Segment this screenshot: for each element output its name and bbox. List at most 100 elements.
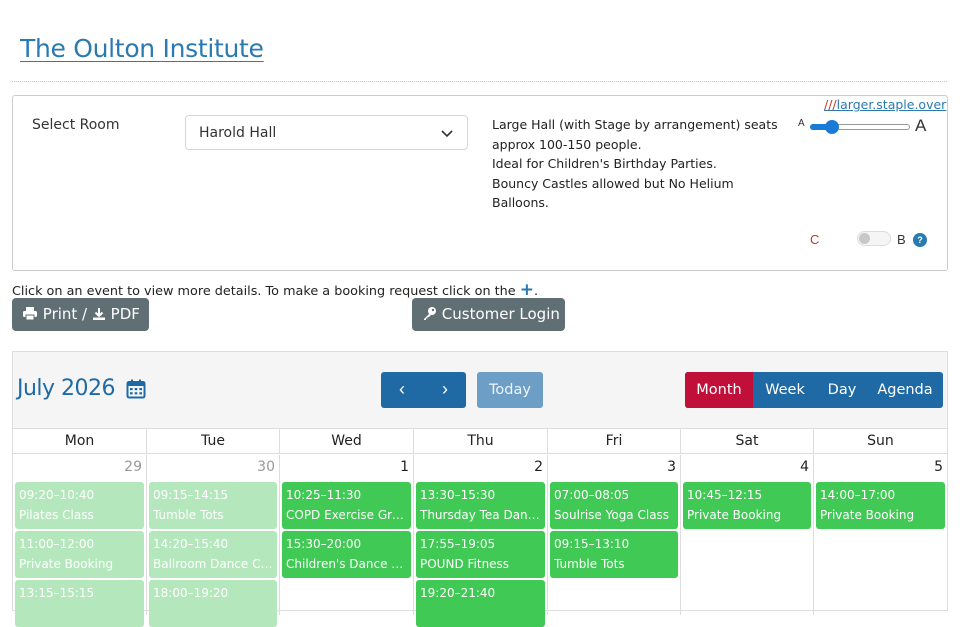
room-description-line: Large Hall (with Stage by arrangement) s…	[492, 117, 778, 132]
instructions-end: .	[533, 284, 539, 299]
event-title: Thursday Tea Dance	[420, 508, 541, 522]
calendar-month-title: July 2026	[17, 376, 116, 401]
what3words-link[interactable]: ///larger.staple.over	[824, 97, 946, 112]
room-description-line: Ideal for Children's Birthday Parties.	[492, 156, 717, 171]
prev-month-button[interactable]: ‹	[381, 372, 423, 408]
event-title: Ballroom Dance Cla…	[153, 557, 273, 571]
event-title: Pilates Class	[19, 508, 94, 522]
event-time: 09:20–10:40	[19, 488, 95, 502]
font-size-large-label: A	[915, 116, 927, 135]
day-number: 1	[400, 459, 409, 475]
day-cell[interactable]: 29 09:20–10:40 Pilates Class 11:00–12:00 Pri…	[13, 455, 147, 627]
event-title: COPD Exercise Group	[286, 508, 407, 522]
pdf-label: PDF	[110, 305, 140, 323]
calendar-event[interactable]: 09:15–13:10 Tumble Tots	[550, 531, 678, 578]
day-number: 4	[800, 459, 809, 475]
help-icon[interactable]: ?	[913, 233, 927, 247]
weekday-header: Fri	[548, 429, 681, 454]
day-cell[interactable]: 2 13:30–15:30 Thursday Tea Dance 17:55–19:0…	[414, 455, 548, 627]
plus-icon: +	[519, 280, 534, 300]
event-title: Children's Dance Cl…	[286, 557, 407, 571]
calendar-event[interactable]: 11:00–12:00 Private Booking	[15, 531, 144, 578]
event-time: 17:55–19:05	[420, 537, 496, 551]
next-month-button[interactable]: ›	[424, 372, 466, 408]
day-number: 3	[667, 459, 676, 475]
select-room-label: Select Room	[32, 117, 120, 133]
instructions-text: Click on an event to view more details. …	[12, 284, 516, 299]
calendar-event[interactable]: 10:45–12:15 Private Booking	[683, 482, 811, 529]
event-time: 13:30–15:30	[420, 488, 496, 502]
event-time: 13:15–15:15	[19, 586, 95, 600]
event-title: Tumble Tots	[554, 557, 625, 571]
event-time: 19:20–21:40	[420, 586, 496, 600]
weekday-header-row: Mon Tue Wed Thu Fri Sat Sun	[13, 429, 947, 454]
site-title-link[interactable]: The Oulton Institute	[20, 34, 264, 63]
font-size-slider[interactable]	[810, 120, 912, 134]
weekday-header: Mon	[13, 429, 147, 454]
slider-thumb[interactable]	[825, 120, 839, 134]
day-cell[interactable]: 30 09:15–14:15 Tumble Tots 14:20–15:40 Ballr…	[147, 455, 280, 627]
calendar-event[interactable]: 07:00–08:05 Soulrise Yoga Class	[550, 482, 678, 529]
calendar-event[interactable]: 19:20–21:40	[416, 580, 545, 627]
calendar-event[interactable]: 10:25–11:30 COPD Exercise Group	[282, 482, 411, 529]
calendar-event[interactable]: 14:20–15:40 Ballroom Dance Cla…	[149, 531, 277, 578]
key-icon	[424, 307, 436, 320]
today-button[interactable]: Today	[477, 372, 543, 408]
day-number: 2	[534, 459, 543, 475]
view-day-button[interactable]: Day	[817, 372, 867, 408]
print-label: Print /	[42, 305, 88, 323]
day-number: 5	[934, 459, 943, 475]
event-time: 10:25–11:30	[286, 488, 362, 502]
event-title: POUND Fitness	[420, 557, 510, 571]
room-description-line: Bouncy Castles allowed but No Helium	[492, 175, 734, 191]
booking-instructions: Click on an event to view more details. …	[12, 280, 538, 300]
calendar-event[interactable]: 13:30–15:30 Thursday Tea Dance	[416, 482, 545, 529]
toggle-knob	[859, 233, 870, 244]
room-description-line: approx 100-150 people.	[492, 136, 642, 152]
day-number: 29	[124, 459, 142, 475]
chevron-down-icon	[441, 130, 453, 138]
calendar-event[interactable]: 14:00–17:00 Private Booking	[816, 482, 945, 529]
event-time: 11:00–12:00	[19, 537, 95, 551]
event-time: 09:15–14:15	[153, 488, 229, 502]
room-select[interactable]: Harold Hall	[185, 115, 468, 150]
weekday-header: Sat	[681, 429, 814, 454]
customer-login-button[interactable]: Customer Login	[412, 298, 565, 331]
view-month-button[interactable]: Month	[685, 372, 753, 408]
calendar-event[interactable]: 13:15–15:15	[15, 580, 144, 627]
what3words-address: larger.staple.over	[836, 97, 947, 112]
calendar-toolbar: July 2026 ‹ › Today Month Week Day Agend…	[13, 352, 947, 429]
calendar-icon[interactable]	[126, 379, 146, 399]
printer-icon	[23, 307, 37, 321]
event-title: Soulrise Yoga Class	[554, 508, 670, 522]
event-title: Private Booking	[687, 508, 782, 522]
weekday-header: Tue	[147, 429, 280, 454]
print-pdf-button[interactable]: Print / PDF	[12, 298, 149, 331]
room-panel	[12, 95, 948, 271]
event-time: 18:00–19:20	[153, 586, 229, 600]
room-select-value: Harold Hall	[199, 125, 277, 141]
title-divider	[12, 81, 947, 82]
weekday-header: Sun	[867, 433, 894, 449]
day-cell[interactable]: 5 14:00–17:00 Private Booking	[814, 455, 947, 615]
calendar-event[interactable]: 09:20–10:40 Pilates Class	[15, 482, 144, 529]
day-cell[interactable]: 1 10:25–11:30 COPD Exercise Group 15:30–20:…	[280, 455, 414, 615]
calendar-event[interactable]: 17:55–19:05 POUND Fitness	[416, 531, 545, 578]
event-time: 07:00–08:05	[554, 488, 630, 502]
event-title: Tumble Tots	[153, 508, 224, 522]
day-cell[interactable]: 3 07:00–08:05 Soulrise Yoga Class 09:15–13:…	[548, 455, 681, 615]
view-week-button[interactable]: Week	[753, 372, 817, 408]
calendar-event[interactable]: 18:00–19:20	[149, 580, 277, 627]
event-title: Private Booking	[820, 508, 915, 522]
weekday-header: Wed	[280, 429, 414, 454]
calendar-nav: ‹ ›	[381, 372, 466, 408]
event-time: 15:30–20:00	[286, 537, 362, 551]
calendar-event[interactable]: 15:30–20:00 Children's Dance Cl…	[282, 531, 411, 578]
view-agenda-button[interactable]: Agenda	[867, 372, 943, 408]
day-cell[interactable]: 4 10:45–12:15 Private Booking	[681, 455, 814, 615]
room-description-line: Balloons.	[492, 195, 549, 210]
calendar-event[interactable]: 09:15–14:15 Tumble Tots	[149, 482, 277, 529]
event-title: Private Booking	[19, 557, 114, 571]
contrast-toggle[interactable]	[857, 231, 891, 246]
event-time: 10:45–12:15	[687, 488, 763, 502]
